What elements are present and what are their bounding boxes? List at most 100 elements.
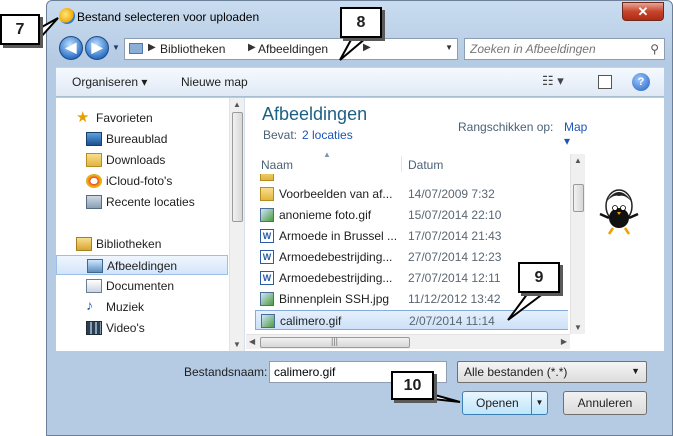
recent-pages-dropdown[interactable]: ▼ [112, 43, 120, 52]
column-header-date[interactable]: Datum [408, 158, 443, 172]
sidebar-scroll-thumb[interactable] [232, 112, 243, 222]
file-list-scroll-thumb[interactable] [573, 184, 584, 212]
pictures-folder-icon [129, 43, 143, 54]
folder-icon [260, 174, 274, 181]
sidebar-item-downloads[interactable]: Downloads [56, 150, 228, 170]
downloads-icon [86, 153, 102, 167]
browser-app-icon [59, 8, 75, 24]
scroll-up-icon[interactable]: ▲ [574, 156, 582, 165]
callout-label-9: 9 [518, 262, 560, 293]
list-item[interactable]: anonieme foto.gif 15/07/2014 22:10 [255, 205, 568, 225]
close-button[interactable]: ✕ [622, 2, 664, 21]
file-name: calimero.gif [280, 314, 342, 328]
file-date: 2/07/2014 11:14 [409, 314, 495, 328]
sidebar-item-muziek[interactable]: ♪ Muziek [56, 297, 228, 317]
star-icon: ★ [76, 109, 90, 126]
calimero-preview-image [599, 189, 639, 235]
sidebar-item-bibliotheken[interactable]: Bibliotheken [56, 234, 228, 254]
image-file-icon [261, 314, 275, 328]
breadcrumb-separator-icon[interactable]: ▶ [148, 42, 156, 53]
file-list-hscroll-thumb[interactable]: ||| [260, 336, 410, 348]
open-button[interactable]: Openen ▼ [462, 391, 548, 415]
file-date: 15/07/2014 22:10 [408, 208, 502, 222]
cancel-button[interactable]: Annuleren [563, 391, 647, 415]
open-options-dropdown-icon[interactable]: ▼ [531, 392, 547, 414]
dialog-content: ★ Favorieten Bureaublad Downloads iCloud… [56, 98, 664, 351]
address-bar[interactable]: ▶ Bibliotheken ▶ Afbeeldingen ▶ ▼ [124, 38, 458, 60]
new-folder-button[interactable]: Nieuwe map [181, 75, 248, 89]
file-dialog-window: Bestand selecteren voor uploaden ✕ ◀ ▶ ▼… [46, 0, 673, 436]
sidebar-scrollbar[interactable]: ▲ ▼ [229, 98, 244, 351]
column-divider[interactable] [401, 156, 402, 172]
column-header-name[interactable]: Naam [261, 158, 293, 172]
icloud-icon [86, 174, 102, 188]
window-title: Bestand selecteren voor uploaden [77, 10, 260, 24]
file-date: 14/07/2009 7:32 [408, 187, 495, 201]
scroll-right-icon[interactable]: ▶ [561, 337, 567, 346]
search-box[interactable]: ⚲ [464, 38, 665, 60]
file-name: Armoede in Brussel ... [279, 229, 398, 243]
address-dropdown-icon[interactable]: ▼ [445, 43, 453, 52]
documents-icon [86, 279, 102, 293]
list-item[interactable]: Voorbeelden van af... 14/07/2009 7:32 [255, 184, 568, 204]
column-headers: ▲ Naam Datum [246, 150, 568, 174]
sidebar-item-videos[interactable]: Video's [56, 318, 228, 338]
chevron-down-icon[interactable]: ▼ [631, 366, 640, 376]
recent-places-icon [86, 195, 102, 209]
file-row-partial[interactable] [255, 174, 568, 184]
word-document-icon: W [260, 271, 274, 285]
sidebar-item-afbeeldingen[interactable]: Afbeeldingen [56, 255, 228, 275]
image-file-icon [260, 292, 274, 306]
file-date: 11/12/2012 13:42 [408, 292, 501, 306]
videos-icon [86, 321, 102, 335]
music-icon: ♪ [86, 297, 93, 313]
file-name: Armoedebestrijding... [279, 250, 393, 264]
sidebar-item-label: Documenten [106, 279, 175, 293]
search-icon[interactable]: ⚲ [650, 42, 659, 56]
file-date: 17/07/2014 21:43 [408, 229, 502, 243]
libraries-icon [76, 237, 92, 251]
scroll-down-icon[interactable]: ▼ [574, 323, 582, 332]
preview-pane-icon[interactable] [598, 75, 612, 89]
preview-pane [587, 98, 664, 351]
file-list-hscrollbar[interactable]: ◀ ||| ▶ [246, 334, 570, 349]
organize-button[interactable]: Organiseren ▾ [72, 75, 147, 89]
filetype-dropdown[interactable]: Alle bestanden (*.*) ▼ [457, 361, 647, 383]
back-button[interactable]: ◀ [59, 36, 83, 60]
sidebar-item-label: iCloud-foto's [106, 174, 173, 188]
scroll-down-icon[interactable]: ▼ [233, 340, 241, 349]
filename-label: Bestandsnaam: [184, 365, 268, 379]
breadcrumb-separator-icon[interactable]: ▶ [248, 42, 256, 53]
command-toolbar: Organiseren ▾ Nieuwe map ☷ ▾ ? [56, 67, 664, 97]
view-options-icon[interactable]: ☷ ▾ [542, 73, 564, 89]
file-list-pane: Afbeeldingen Bevat: 2 locaties Rangschik… [246, 98, 587, 351]
sidebar-item-icloud[interactable]: iCloud-foto's [56, 171, 228, 191]
filetype-value: Alle bestanden (*.*) [464, 365, 568, 379]
list-item[interactable]: W Armoede in Brussel ... 17/07/2014 21:4… [255, 226, 568, 246]
sidebar-item-favorieten[interactable]: ★ Favorieten [56, 108, 228, 128]
sort-ascending-icon: ▲ [323, 150, 331, 159]
library-title: Afbeeldingen [262, 104, 368, 124]
breadcrumb-separator-icon[interactable]: ▶ [363, 42, 371, 53]
list-item-selected[interactable]: calimero.gif 2/07/2014 11:14 [255, 310, 568, 330]
search-input[interactable] [470, 42, 640, 56]
help-icon[interactable]: ? [632, 73, 650, 91]
scroll-left-icon[interactable]: ◀ [249, 337, 255, 346]
sidebar-item-recente-locaties[interactable]: Recente locaties [56, 192, 228, 212]
includes-locations-link[interactable]: 2 locaties [302, 128, 353, 142]
sidebar-item-label: Recente locaties [106, 195, 195, 209]
arrange-by-label: Rangschikken op: [458, 120, 554, 134]
breadcrumb-afbeeldingen[interactable]: Afbeeldingen [258, 42, 328, 56]
breadcrumb-bibliotheken[interactable]: Bibliotheken [160, 42, 225, 56]
arrange-by-dropdown[interactable]: Map ▾ [564, 120, 587, 148]
sidebar-item-documenten[interactable]: Documenten [56, 276, 228, 296]
scroll-grip-icon: ||| [331, 336, 339, 346]
file-list-scrollbar[interactable]: ▲ ▼ [570, 154, 585, 334]
scroll-up-icon[interactable]: ▲ [233, 100, 241, 109]
callout-label-8: 8 [340, 7, 382, 38]
file-name: Binnenplein SSH.jpg [279, 292, 390, 306]
file-name: Voorbeelden van af... [279, 187, 393, 201]
forward-button[interactable]: ▶ [85, 36, 109, 60]
file-date: 27/07/2014 12:23 [408, 250, 502, 264]
sidebar-item-bureaublad[interactable]: Bureaublad [56, 129, 228, 149]
